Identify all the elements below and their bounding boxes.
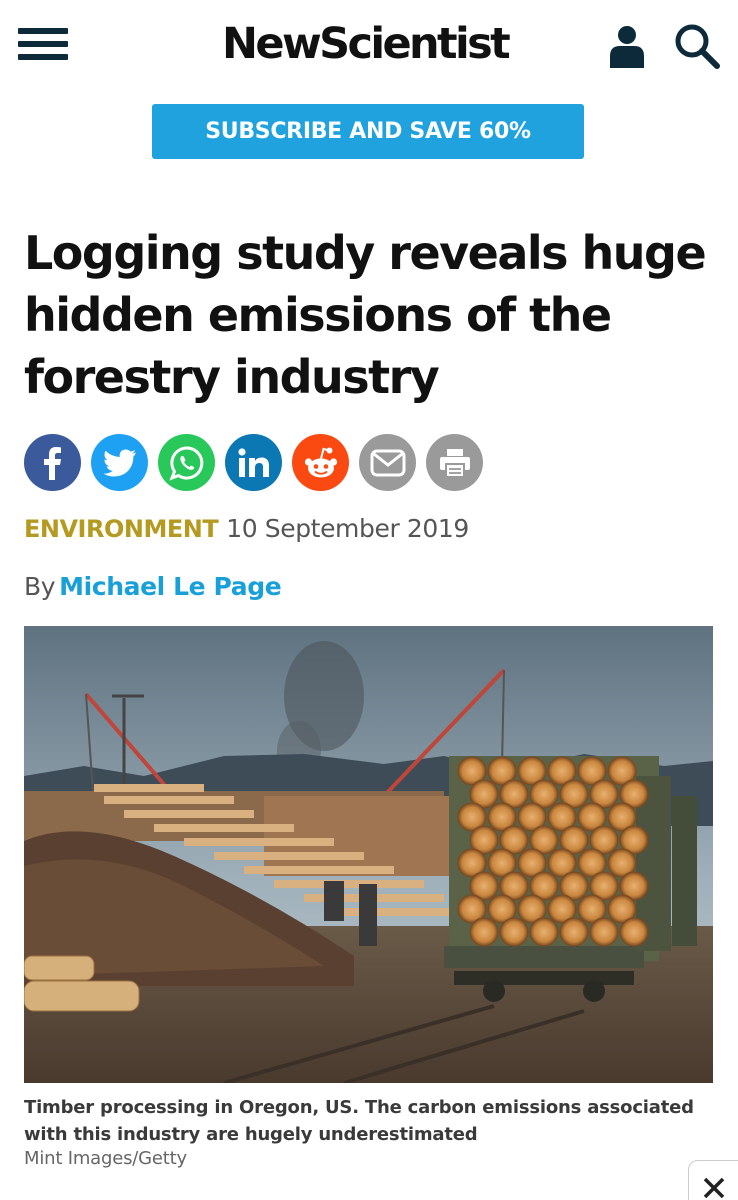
- share-linkedin-button[interactable]: [225, 434, 282, 491]
- share-email-button[interactable]: [359, 434, 416, 491]
- twitter-icon: [103, 449, 136, 476]
- site-header: NewScientist: [0, 0, 738, 88]
- article-image: [24, 626, 713, 1083]
- linkedin-icon: [237, 447, 269, 477]
- subscribe-button[interactable]: SUBSCRIBE AND SAVE 60%: [152, 104, 584, 159]
- category-link[interactable]: ENVIRONMENT: [24, 515, 219, 543]
- image-credit: Mint Images/Getty: [24, 1148, 187, 1169]
- reddit-icon: [304, 447, 337, 477]
- share-bar: [24, 434, 483, 492]
- share-facebook-button[interactable]: [24, 434, 81, 491]
- hamburger-menu-icon[interactable]: [18, 24, 68, 64]
- share-reddit-button[interactable]: [292, 434, 349, 491]
- byline: By Michael Le Page: [24, 572, 282, 601]
- email-icon: [370, 449, 405, 476]
- share-print-button[interactable]: [426, 434, 483, 491]
- author-link[interactable]: Michael Le Page: [59, 572, 282, 601]
- account-icon[interactable]: [608, 24, 646, 68]
- whatsapp-icon: [168, 445, 203, 481]
- facebook-icon: [43, 446, 61, 480]
- article-meta: ENVIRONMENT 10 September 2019: [24, 514, 469, 550]
- search-icon[interactable]: [672, 22, 722, 70]
- print-icon: [439, 448, 470, 478]
- site-logo[interactable]: NewScientist: [222, 14, 514, 74]
- publish-date: 10 September 2019: [226, 514, 469, 543]
- image-caption: Timber processing in Oregon, US. The car…: [24, 1097, 694, 1145]
- share-twitter-button[interactable]: [91, 434, 148, 491]
- share-whatsapp-button[interactable]: [158, 434, 215, 491]
- article-title: Logging study reveals huge hidden emissi…: [24, 226, 707, 404]
- close-button[interactable]: [688, 1160, 738, 1200]
- byline-prefix: By: [24, 572, 56, 601]
- close-icon: [703, 1177, 725, 1199]
